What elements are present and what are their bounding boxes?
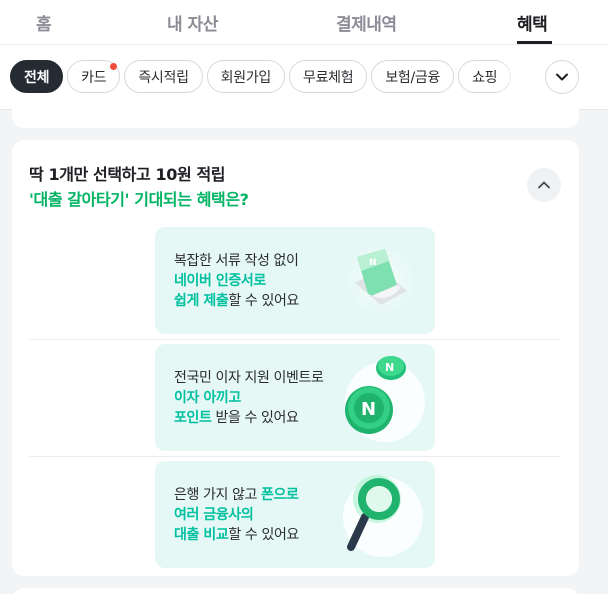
- chip-label: 회원가입: [220, 69, 272, 86]
- benefit-text: 은행 가지 않고 폰으로 여러 금융사의 대출 비교할 수 있어요: [174, 485, 299, 545]
- chip-free-trial[interactable]: 무료체험: [289, 60, 368, 93]
- text-span: 전국민 이자 지원 이벤트로: [174, 370, 324, 386]
- new-notification-dot: [110, 63, 118, 70]
- previous-card: [12, 100, 579, 128]
- chip-scroll-area[interactable]: 전체 카드 즉시적립 회원가입 무료체험 보험/금융 쇼핑: [10, 60, 536, 94]
- card-subtitle: '대출 갈아타기' 기대되는 혜택은?: [29, 190, 249, 209]
- chip-label: 쇼핑: [472, 69, 498, 86]
- highlight-text: 폰으로: [261, 487, 299, 503]
- card-title: 딱 1개만 선택하고 10원 적립: [29, 165, 226, 184]
- chip-all[interactable]: 전체: [10, 60, 64, 93]
- text-span: 은행 가지 않고: [174, 487, 262, 503]
- highlight-text: 대출 비교: [174, 527, 229, 543]
- divider: [29, 456, 560, 457]
- highlight-text: 이자 아끼고: [174, 390, 241, 406]
- chip-fade-overlay: [496, 59, 540, 95]
- top-tab-bar: 홈 내 자산 결제내역 혜택: [0, 0, 608, 44]
- tab-my-assets[interactable]: 내 자산: [167, 10, 218, 35]
- chevron-up-icon: [538, 181, 550, 189]
- highlight-text: 쉽게 제출: [174, 293, 229, 309]
- chip-instant-reward[interactable]: 즉시적립: [124, 60, 203, 93]
- chip-label: 카드: [81, 69, 107, 86]
- chip-label: 즉시적립: [138, 69, 189, 86]
- chip-label: 전체: [24, 69, 50, 86]
- chip-insurance-finance[interactable]: 보험/금융: [371, 60, 455, 93]
- svg-text:N: N: [361, 399, 376, 420]
- chip-label: 무료체험: [303, 69, 354, 86]
- benefit-text: 전국민 이자 지원 이벤트로 이자 아끼고 포인트 받을 수 있어요: [174, 368, 324, 428]
- benefit-option[interactable]: 은행 가지 않고 폰으로 여러 금융사의 대출 비교할 수 있어요: [155, 461, 435, 568]
- benefit-question-card: 딱 1개만 선택하고 10원 적립 '대출 갈아타기' 기대되는 혜택은? 복잡…: [12, 140, 579, 576]
- tab-home[interactable]: 홈: [36, 10, 52, 35]
- highlight-text: 네이버 인증서로: [174, 273, 266, 289]
- text-span: 복잡한 서류 작성 없이: [174, 253, 299, 269]
- text-span: 받을 수 있어요: [211, 410, 299, 426]
- text-span: 할 수 있어요: [228, 527, 299, 543]
- next-card: [12, 588, 579, 594]
- expand-chips-button[interactable]: [545, 60, 579, 94]
- collapse-button[interactable]: [527, 168, 561, 202]
- chip-card[interactable]: 카드: [67, 60, 121, 93]
- svg-text:N: N: [369, 258, 377, 268]
- divider: [29, 339, 560, 340]
- document-certificate-icon: N: [337, 237, 425, 325]
- highlight-text: 포인트: [174, 410, 212, 426]
- benefit-option[interactable]: 전국민 이자 지원 이벤트로 이자 아끼고 포인트 받을 수 있어요 N N: [155, 344, 435, 451]
- highlight-text: 여러 금융사의: [174, 507, 254, 523]
- tab-payment-history[interactable]: 결제내역: [336, 10, 397, 35]
- tab-benefits[interactable]: 혜택: [517, 10, 548, 35]
- magnifier-icon: [343, 475, 423, 557]
- chevron-down-icon: [556, 73, 568, 81]
- benefit-text: 복잡한 서류 작성 없이 네이버 인증서로 쉽게 제출할 수 있어요: [174, 251, 299, 311]
- naver-coin-icon: N N: [345, 356, 425, 442]
- benefit-option[interactable]: 복잡한 서류 작성 없이 네이버 인증서로 쉽게 제출할 수 있어요 N: [155, 227, 435, 334]
- chip-label: 보험/금융: [385, 69, 441, 86]
- text-span: 할 수 있어요: [228, 293, 299, 309]
- chip-signup[interactable]: 회원가입: [206, 60, 285, 93]
- svg-text:N: N: [385, 361, 394, 374]
